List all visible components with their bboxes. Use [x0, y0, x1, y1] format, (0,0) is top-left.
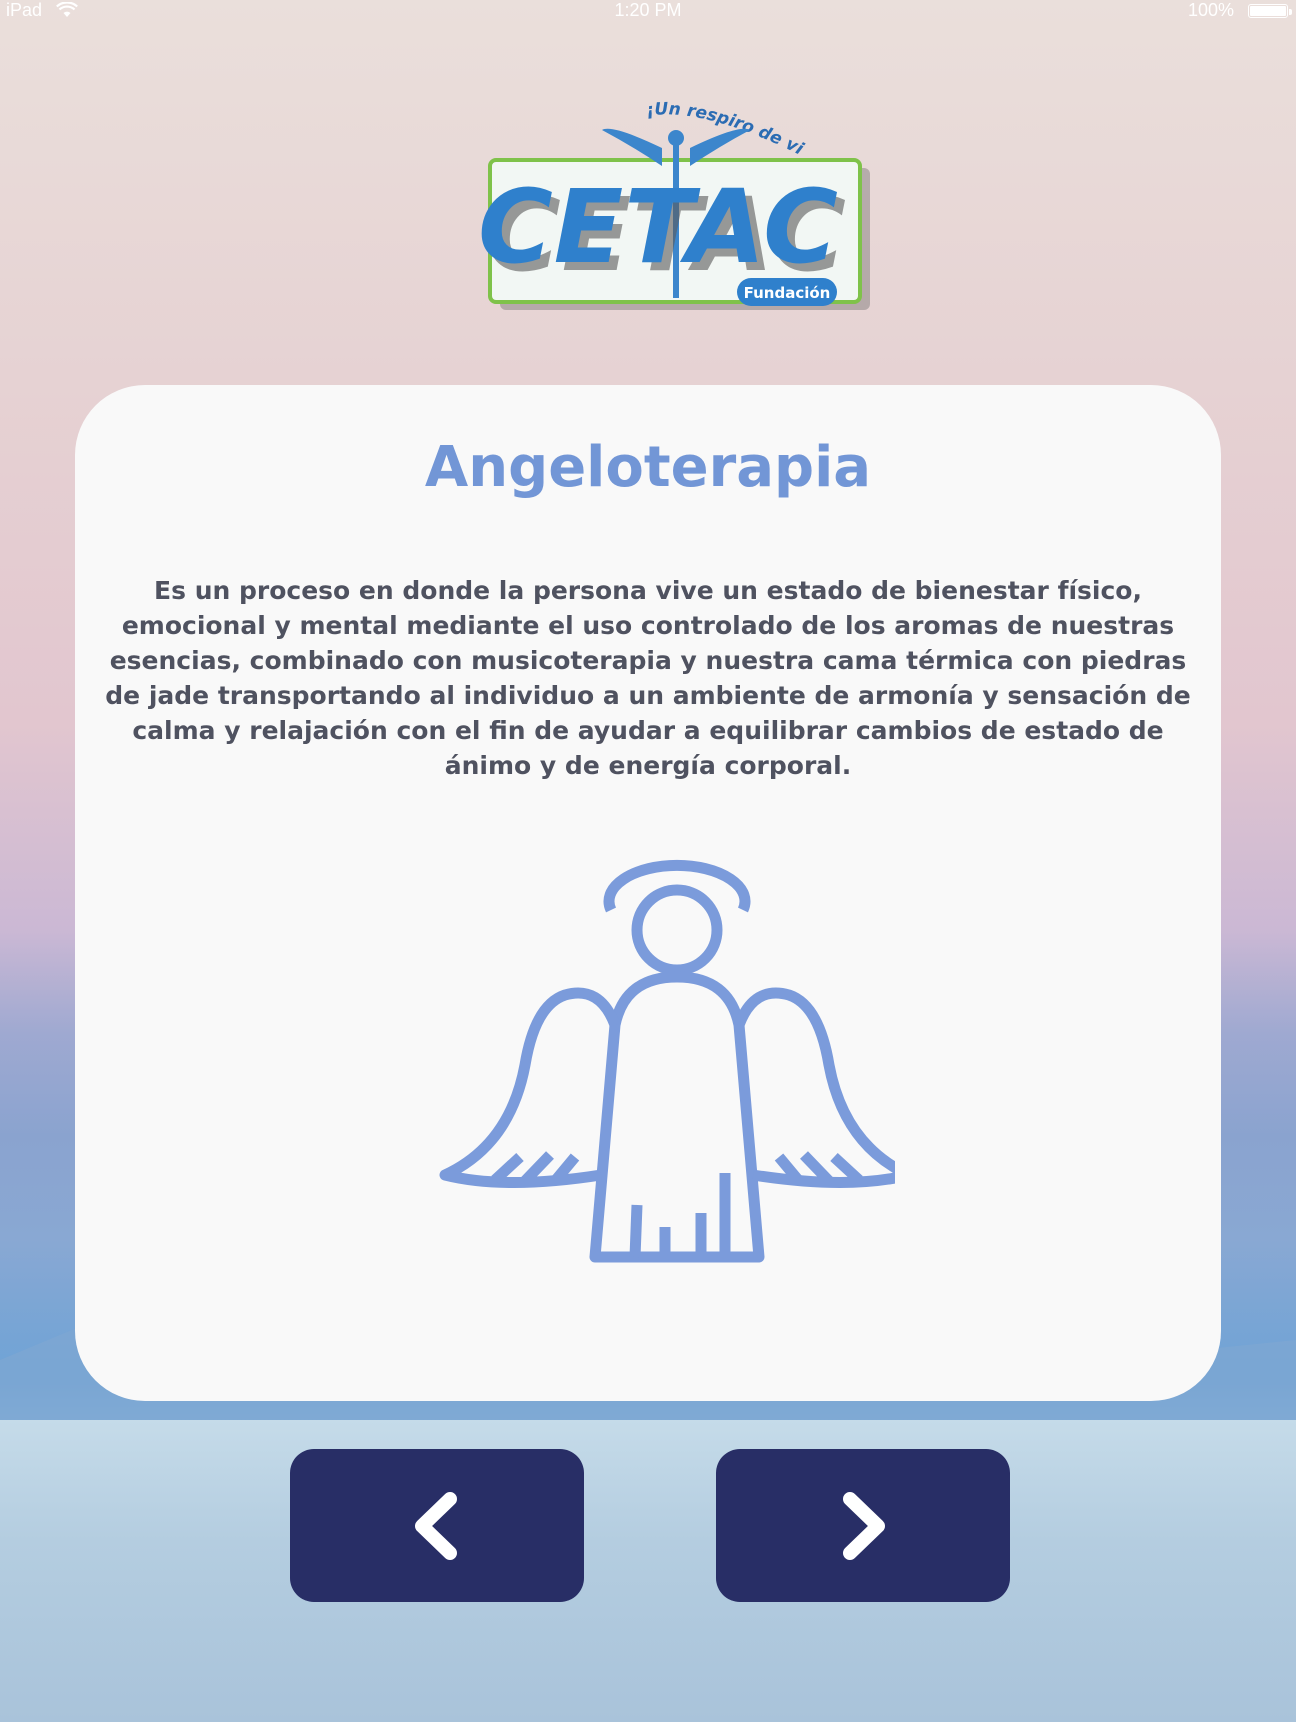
logo-name: CETAC	[478, 168, 838, 287]
battery-tip	[1289, 9, 1292, 15]
battery-icon	[1248, 4, 1288, 18]
chevron-right-icon	[843, 1492, 885, 1560]
content-card: Angeloterapia Es un proceso en donde la …	[75, 385, 1221, 1401]
chevron-left-icon	[415, 1492, 457, 1560]
angel-icon	[439, 859, 895, 1263]
next-button[interactable]	[716, 1449, 1010, 1602]
svg-text:¡Un respiro de vida!: ¡Un respiro de vida!	[462, 88, 807, 160]
logo-slogan: ¡Un respiro de vida!	[462, 88, 807, 160]
therapy-description: Es un proceso en donde la persona vive u…	[105, 576, 1191, 780]
logo-badge: Fundación	[744, 284, 831, 302]
cetac-logo: ¡Un respiro de vida! CETAC CETAC Fundaci…	[462, 88, 870, 310]
battery-percent: 100%	[1187, 0, 1234, 20]
previous-button[interactable]	[290, 1449, 584, 1602]
status-bar: iPad 1:20 PM 100%	[0, 0, 1296, 24]
status-time: 1:20 PM	[614, 0, 682, 20]
page-title: Angeloterapia	[424, 435, 872, 500]
snow-ground	[0, 1420, 1296, 1722]
